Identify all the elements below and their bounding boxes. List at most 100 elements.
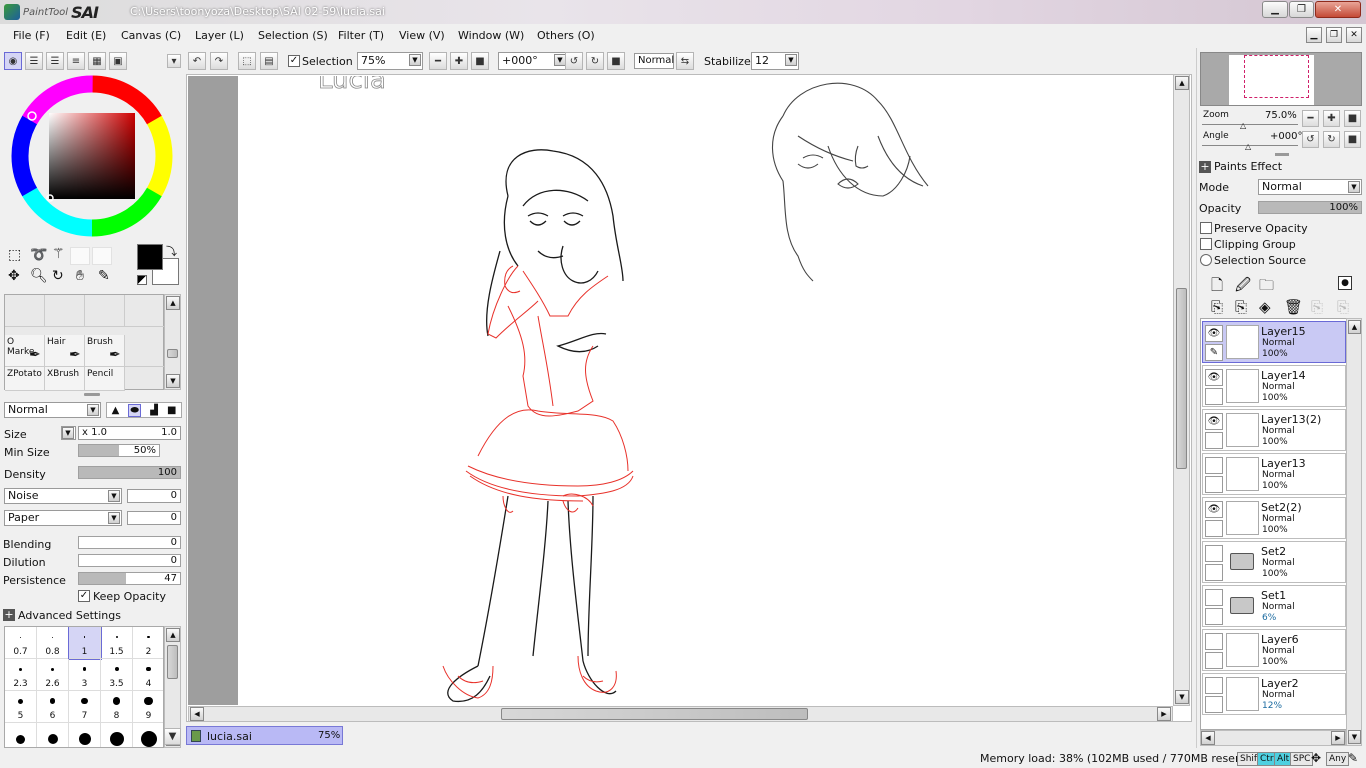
menu-filter[interactable]: Filter (T) [338,29,384,42]
splitter-handle[interactable] [84,393,100,396]
menu-others[interactable]: Others (O) [537,29,595,42]
edit-lock-toggle[interactable] [1205,520,1223,537]
magic-wand-icon[interactable]: ⚚ [52,246,65,262]
visibility-toggle[interactable]: 👁︎ [1205,501,1223,518]
brush-size-cell[interactable] [5,723,37,747]
brush-slot[interactable]: XBrush [45,367,85,391]
visibility-toggle[interactable] [1205,545,1223,562]
selection-source-radio[interactable] [1200,254,1212,266]
new-linework-layer-icon[interactable]: 🖉︎ [1235,275,1251,300]
brush-size-cell[interactable]: 1.5 [101,627,133,659]
menu-edit[interactable]: Edit (E) [66,29,106,42]
layer-item[interactable]: 👁︎ Set2(2) Normal 100% [1202,497,1346,539]
visibility-toggle[interactable]: 👁︎ [1205,369,1223,386]
size-mult-dropdown[interactable]: ▼ [61,426,76,440]
layer-opacity-slider[interactable]: 100% [1258,201,1362,214]
navigator-viewport[interactable] [1244,55,1309,98]
invert-selection-button[interactable]: ▤ [260,52,278,70]
noise-value-field[interactable]: 0 [127,489,181,503]
redo-button[interactable]: ↷ [210,52,228,70]
clear-layer-icon[interactable]: ◈ [1259,298,1271,316]
brush-size-cell[interactable] [101,723,133,747]
scroll-thumb[interactable] [167,349,178,358]
angle-select[interactable]: +000° ▼ [498,52,568,70]
hsv-slider-tab[interactable]: ☰ [46,52,64,70]
scroll-right-icon[interactable]: ▶ [1331,731,1345,745]
drawing-canvas[interactable]: Lucia [238,76,1173,705]
expand-icon[interactable]: + [3,609,15,621]
slider-thumb-icon[interactable]: △ [1245,142,1251,151]
preserve-opacity-checkbox[interactable] [1200,222,1212,234]
shape-flat-icon[interactable]: ▟ [150,405,158,416]
rotate-reset-button[interactable]: ■ [607,52,625,70]
visibility-toggle[interactable] [1205,633,1223,650]
scratchpad-tab[interactable]: ▣ [109,52,127,70]
tab-menu-button[interactable]: ▼ [164,728,181,745]
menu-selection[interactable]: Selection (S) [258,29,328,42]
slider-thumb-icon[interactable]: △ [1240,121,1246,130]
panel-menu-button[interactable]: ▾ [167,54,181,68]
scroll-right-icon[interactable]: ▶ [1157,707,1171,721]
rgb-slider-tab[interactable]: ☰ [25,52,43,70]
brush-slot[interactable]: Hair ✒ [45,335,85,367]
swatches-tab[interactable]: ▦ [88,52,106,70]
hand-icon[interactable]: ✋︎ [76,268,84,284]
resize-grip-icon[interactable]: ✎ [1348,751,1358,765]
edit-lock-toggle[interactable] [1205,432,1223,449]
scroll-thumb[interactable] [501,708,808,720]
scroll-up-icon[interactable]: ▲ [166,628,180,642]
nav-rotate-ccw-button[interactable]: ↺ [1302,131,1319,148]
maximize-button[interactable]: ❐ [1289,1,1314,18]
blending-slider[interactable]: 0 [78,536,181,549]
canvas-vscrollbar[interactable]: ▲ ▼ [1173,74,1190,706]
scroll-thumb[interactable] [167,645,178,679]
noise-select[interactable]: Noise ▼ [4,488,122,504]
brush-size-cell[interactable]: 7 [69,691,101,723]
brush-size-cell[interactable]: 2.3 [5,659,37,691]
selection-checkbox[interactable]: ✓ [288,55,300,67]
layer-list-scrollbar[interactable]: ▲ ▼ [1346,318,1362,746]
edit-lock-toggle[interactable] [1205,388,1223,405]
mdi-close-button[interactable]: ✕ [1346,27,1362,43]
brush-slot[interactable]: ZPotato [5,367,45,391]
eyedropper-icon[interactable]: ✎ [98,268,110,284]
layer-item[interactable]: 👁︎ Layer14 Normal 100% [1202,365,1346,407]
color-bar-tab[interactable]: ≡ [67,52,85,70]
flip-view-button[interactable]: ⇆ [676,52,694,70]
zoom-in-button[interactable]: ✚ [450,52,468,70]
nav-zoom-slider[interactable] [1202,122,1298,125]
close-button[interactable]: ✕ [1315,1,1361,18]
edit-lock-toggle[interactable]: ✎ [1205,344,1223,361]
nav-rotate-reset-button[interactable]: ■ [1344,131,1361,148]
lasso-icon[interactable]: ➰ [30,247,47,263]
rotate-ccw-button[interactable]: ↺ [565,52,583,70]
canvas-hscrollbar[interactable]: ◀ ▶ [188,706,1173,722]
scroll-down-icon[interactable]: ▼ [166,374,180,388]
brush-size-cell[interactable]: 3.5 [101,659,133,691]
new-folder-icon[interactable]: 🗀︎ [1259,275,1274,300]
scroll-left-icon[interactable]: ◀ [1201,731,1215,745]
minsize-slider[interactable]: 50% [78,444,160,457]
visibility-toggle[interactable] [1205,589,1223,606]
paints-effect-label[interactable]: Paints Effect [1214,160,1282,173]
visibility-toggle[interactable]: 👁︎ [1205,413,1223,430]
brush-size-cell[interactable]: 9 [133,691,163,723]
edit-lock-toggle[interactable] [1205,476,1223,493]
brush-size-cell[interactable] [133,723,163,747]
density-slider[interactable]: 100 [78,466,181,479]
layer-list-hscrollbar[interactable]: ◀ ▶ [1200,730,1346,746]
edit-lock-toggle[interactable] [1205,696,1223,713]
brush-size-cell[interactable]: 1 [68,627,102,660]
document-tab-lucia[interactable]: lucia.sai 75% [186,726,343,745]
brush-size-cell[interactable]: 4 [133,659,163,691]
nav-zoom-in-button[interactable]: ✚ [1323,110,1340,127]
brush-size-cell[interactable] [69,723,101,747]
layer-item[interactable]: Set1 Normal 6% [1202,585,1346,627]
advanced-settings-label[interactable]: Advanced Settings [18,609,121,622]
color-wheel[interactable] [10,74,174,238]
brush-size-cell[interactable]: 3 [69,659,101,691]
zoom-out-button[interactable]: ━ [429,52,447,70]
brush-size-cell[interactable]: 0.7 [5,627,37,659]
rotate-icon[interactable]: ↻ [52,268,64,284]
scroll-down-icon[interactable]: ▼ [1175,690,1189,704]
